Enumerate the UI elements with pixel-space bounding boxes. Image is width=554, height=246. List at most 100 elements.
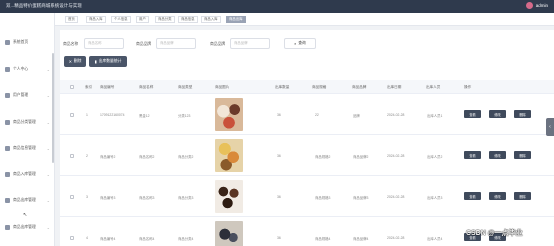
avatar[interactable] [525, 2, 533, 9]
sidebar-item-inbound[interactable]: 商品入库管理 ⌄ [0, 167, 55, 181]
search-icon: ⌕ [294, 41, 297, 46]
sidebar-item-outbound-2[interactable]: 商品出库管理 ⌄ [0, 220, 55, 234]
product-image [215, 180, 243, 213]
cell-index: 1 [86, 113, 88, 117]
view-button[interactable]: 查看 [464, 151, 481, 159]
table-row[interactable]: 3 商品编号3 商品名称3 商品分类3 36 商品规格3 商品品牌3 2024-… [60, 177, 554, 217]
tab-home[interactable]: 首页 [65, 16, 78, 23]
search-label-brand: 商品品牌 [136, 42, 152, 46]
product-image [215, 139, 243, 172]
tab-profile[interactable]: 个人信息 [111, 16, 131, 23]
col-spec: 商品规格 [312, 85, 327, 89]
col-brand: 商品品牌 [352, 85, 367, 89]
select-all-checkbox[interactable] [70, 85, 74, 89]
cell-qty: 36 [277, 195, 281, 199]
col-actions: 操作 [464, 85, 472, 89]
sidebar-item-label: 商品信息管理 [13, 145, 36, 150]
cell-qty: 36 [277, 113, 281, 117]
chevron-down-icon: ⌄ [46, 145, 50, 151]
product-image [215, 221, 243, 246]
app-title: 双...精品特价蛋糕商城系统设计与实现 [6, 3, 82, 8]
users-icon [5, 92, 10, 98]
search-label-name: 商品名称 [63, 42, 79, 46]
delete-row-button[interactable]: 删除 [514, 110, 531, 118]
cell-spec: 22 [315, 113, 319, 117]
row-checkbox[interactable] [70, 195, 74, 199]
chevron-down-icon: ⌄ [46, 197, 50, 203]
tab-category[interactable]: 商品分类 [155, 16, 175, 23]
category-icon [5, 119, 10, 125]
inbound-icon [5, 171, 10, 177]
delete-button[interactable]: ✕ 删除 [64, 56, 86, 67]
sidebar-item-label: 系统首页 [13, 39, 29, 44]
cell-name: 商品名称4 [139, 237, 155, 241]
cell-staff: 出库人员2 [427, 155, 443, 159]
cell-name: 商品名称2 [139, 155, 155, 159]
cell-brand: 商品品牌4 [353, 237, 369, 241]
sidebar-item-home[interactable]: 系统首页 [0, 35, 55, 49]
cell-index: 2 [86, 154, 88, 158]
username[interactable]: admin [536, 3, 548, 8]
table-row[interactable]: 2 商品编号2 商品名称2 商品分类2 36 商品规格2 商品品牌2 2024-… [60, 136, 554, 176]
cell-staff: 出库人员4 [427, 237, 443, 241]
col-code: 商品编号 [100, 85, 115, 89]
view-button[interactable]: 查看 [464, 192, 481, 200]
sidebar-item-category[interactable]: 商品分类管理 ⌄ [0, 115, 55, 129]
cell-date: 2024-02-28 [387, 113, 405, 117]
delete-row-button[interactable]: 删除 [514, 192, 531, 200]
row-checkbox[interactable] [70, 113, 74, 117]
chevron-down-icon: ⌄ [46, 119, 50, 125]
search-input-brand[interactable]: 商品品牌 [156, 38, 196, 49]
row-checkbox[interactable] [70, 236, 74, 240]
sidebar-scrollbar[interactable] [52, 53, 54, 163]
sidebar-item-label: 商品出库管理 [13, 224, 36, 229]
stats-button[interactable]: ▮ 出库数量统计 [89, 56, 127, 67]
cell-brand: 商品品牌2 [353, 155, 369, 159]
side-panel-toggle[interactable]: ‹ [546, 118, 554, 136]
search-input-brand-2[interactable]: 商品品牌 [230, 38, 270, 49]
cell-code: 1709122160074 [100, 113, 125, 117]
cell-spec: 商品规格2 [315, 155, 331, 159]
cell-staff: 出库人员1 [427, 114, 443, 118]
table-header: 索引 商品编号 商品名称 商品类型 商品图片 出库数量 商品规格 商品品牌 出库… [60, 80, 554, 94]
chevron-down-icon: ⌄ [46, 92, 50, 98]
search-button[interactable]: ⌕ 查询 [284, 38, 316, 49]
cell-code: 商品编号4 [100, 237, 116, 241]
tab-outbound[interactable]: 商品出库 [226, 16, 246, 23]
user-icon [5, 66, 10, 72]
cell-type: 商品分类4 [178, 237, 194, 241]
user-menu[interactable]: admin [525, 2, 548, 9]
search-button-label: 查询 [298, 41, 306, 45]
col-image: 商品图片 [215, 85, 230, 89]
sidebar-item-users[interactable]: 用户管理 ⌄ [0, 88, 55, 102]
tab-users[interactable]: 用户 [136, 16, 149, 23]
table-row[interactable]: 1 1709122160074 黑金12 分类123 36 22 品牌 2024… [60, 95, 554, 135]
edit-button[interactable]: 修改 [489, 151, 506, 159]
home-icon [5, 39, 10, 45]
chevron-down-icon: ⌄ [46, 171, 50, 177]
chevron-left-icon: ‹ [549, 124, 551, 130]
col-date: 出库日期 [387, 85, 402, 89]
sidebar-item-profile[interactable]: 个人中心 ⌄ [0, 62, 55, 76]
delete-button-label: 删除 [73, 59, 82, 63]
sidebar-item-label: 用户管理 [13, 92, 29, 97]
cell-qty: 36 [277, 236, 281, 240]
tab-inbound[interactable]: 商品入库 [86, 16, 106, 23]
top-bar: 双...精品特价蛋糕商城系统设计与实现 admin [0, 0, 554, 13]
sidebar-item-outbound[interactable]: 商品出库管理 ⌄ [0, 193, 55, 207]
edit-button[interactable]: 修改 [489, 192, 506, 200]
cell-type: 商品分类2 [178, 155, 194, 159]
stats-button-label: 出库数量统计 [98, 59, 122, 63]
view-button[interactable]: 查看 [464, 110, 481, 118]
cell-type: 分类123 [178, 114, 191, 118]
col-index: 索引 [85, 85, 93, 89]
edit-button[interactable]: 修改 [489, 110, 506, 118]
tab-inbound-2[interactable]: 商品入库 [201, 16, 221, 23]
cell-qty: 36 [277, 154, 281, 158]
search-label-brand-2: 商品品牌 [210, 42, 226, 46]
delete-row-button[interactable]: 删除 [514, 151, 531, 159]
row-checkbox[interactable] [70, 154, 74, 158]
sidebar-item-goods[interactable]: 商品信息管理 ⌄ [0, 141, 55, 155]
tab-goods[interactable]: 商品信息 [178, 16, 198, 23]
search-input-name[interactable]: 商品名称 [84, 38, 124, 49]
